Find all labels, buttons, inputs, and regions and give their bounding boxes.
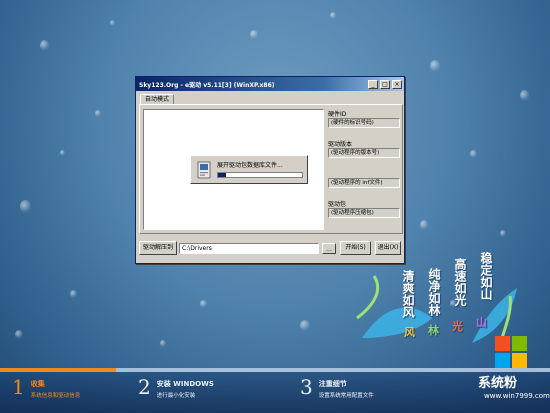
- step-2-number: 2: [138, 375, 151, 399]
- title-bar[interactable]: Sky123.Org - e驱动 v5.11[3] (WinXP.x86) _ …: [136, 77, 404, 91]
- step-3: 3 注重细节 设置系统常用配置文件: [300, 376, 374, 399]
- minimize-button[interactable]: _: [368, 79, 378, 89]
- progress-bar-fill: [218, 173, 227, 177]
- extract-to-button[interactable]: 驱动解压到: [139, 241, 177, 255]
- step-1-number: 1: [12, 375, 25, 399]
- installation-steps-bar: 1 收集 系统信息和驱动信息 2 安装 WINDOWS 进行最小化安装 3 注重…: [0, 368, 550, 413]
- brand-name: 系统粉: [478, 376, 518, 391]
- driver-version-field: (驱动程序的版本号): [328, 148, 400, 158]
- computer-icon: [197, 161, 211, 179]
- extract-row: 驱动解压到 C:\Drivers ... 开始(S) 退出(X): [139, 241, 403, 255]
- windows-logo-icon: [495, 336, 527, 368]
- step-2-subtitle: 进行最小化安装: [156, 393, 196, 399]
- tab-auto-mode[interactable]: 自动模式: [140, 94, 175, 104]
- step-1: 1 收集 系统信息和驱动信息: [12, 376, 80, 399]
- step-1-title: 收集: [30, 380, 45, 388]
- maximize-button[interactable]: □: [380, 79, 390, 89]
- slogan-2: 纯净如林: [427, 268, 441, 316]
- extract-path-input[interactable]: C:\Drivers: [179, 243, 319, 254]
- steps-progress-fill: [0, 368, 116, 372]
- start-button[interactable]: 开始(S): [340, 241, 371, 255]
- mark-light: 光: [452, 320, 463, 333]
- driver-package-field: (驱动程序压缩包): [328, 208, 400, 218]
- steps-progress-track: [0, 368, 550, 372]
- slogan-1: 清爽如风: [401, 270, 415, 318]
- browse-button[interactable]: ...: [322, 243, 336, 254]
- slogan-4: 稳定如山: [479, 252, 493, 300]
- close-button[interactable]: ×: [392, 79, 402, 89]
- step-2-title: 安装 WINDOWS: [156, 380, 214, 388]
- hardware-id-label: 硬件ID: [328, 111, 347, 118]
- mark-mountain: 山: [476, 316, 487, 329]
- hardware-id-field: (硬件的标识号码): [328, 118, 400, 128]
- slogan-3: 高速如光: [453, 258, 467, 306]
- driver-package-label: 驱动包: [328, 201, 347, 208]
- mark-forest: 林: [428, 324, 439, 337]
- driver-version-label: 驱动版本: [328, 141, 353, 148]
- step-3-title: 注重细节: [318, 380, 347, 388]
- window-title: Sky123.Org - e驱动 v5.11[3] (WinXP.x86): [139, 81, 275, 89]
- step-3-subtitle: 设置系统常用配置文件: [318, 393, 374, 399]
- step-1-subtitle: 系统信息和驱动信息: [30, 393, 81, 399]
- progress-dialog: 展开驱动包数据库文件...: [190, 155, 308, 184]
- step-3-number: 3: [300, 375, 313, 399]
- brand-url: www.win7999.com: [484, 392, 550, 400]
- progress-message: 展开驱动包数据库文件...: [217, 162, 283, 169]
- exit-button[interactable]: 退出(X): [375, 241, 401, 255]
- inf-file-field: (驱动程序的 inf文件): [328, 178, 400, 188]
- mark-wind: 风: [404, 326, 415, 339]
- progress-bar: [217, 172, 303, 178]
- step-2: 2 安装 WINDOWS 进行最小化安装: [138, 376, 214, 399]
